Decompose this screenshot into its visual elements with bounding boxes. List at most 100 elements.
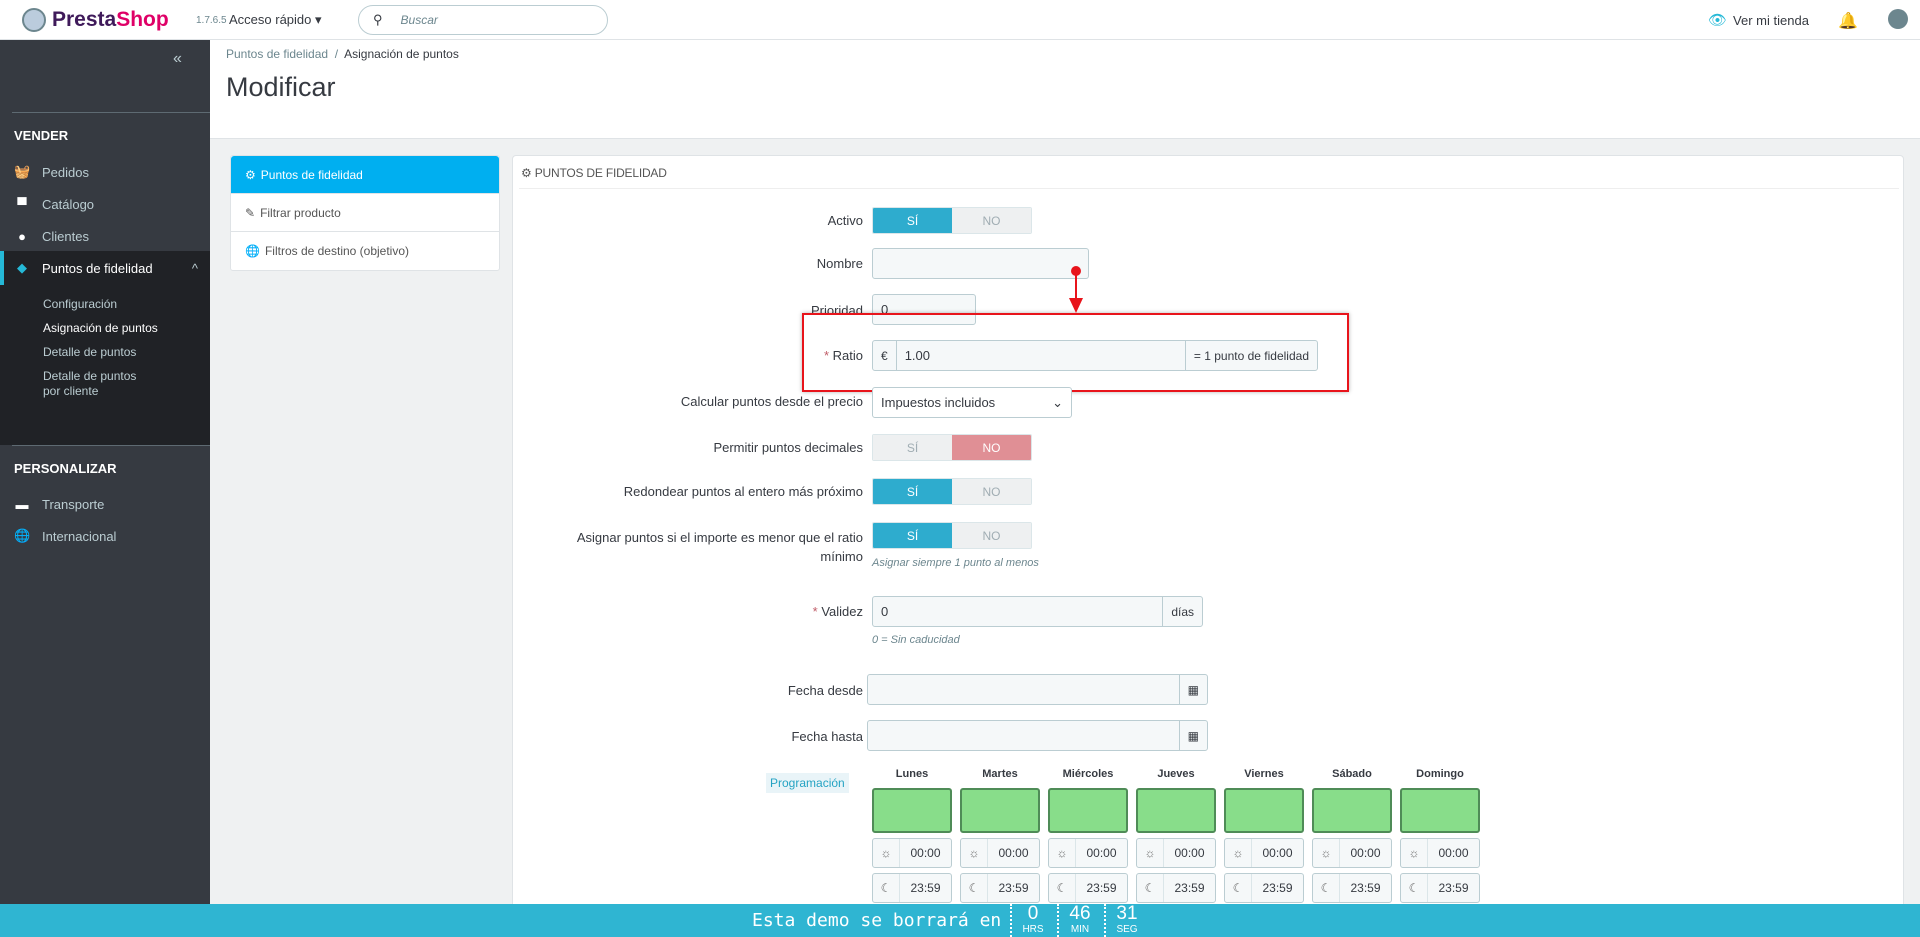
toggle-no[interactable]: NO	[952, 479, 1031, 504]
calendar-icon[interactable]: ▦	[1178, 721, 1207, 750]
schedule-day: Martes ☼ 00:00 ☾ 23:59	[960, 768, 1040, 903]
tab-filtrar-producto[interactable]: ✎ Filtrar producto	[231, 194, 499, 232]
annotation-arrowhead	[1069, 298, 1083, 313]
chevron-up-icon: ^	[191, 260, 198, 276]
end-time-input[interactable]: ☾ 23:59	[1048, 873, 1128, 903]
minutes-value: 46	[1069, 903, 1091, 924]
countdown-minutes: 46 MIN	[1057, 904, 1101, 937]
sidebar-item-label: Internacional	[42, 528, 117, 544]
search-icon: ⚲	[373, 12, 383, 27]
day-availability-block[interactable]	[1312, 788, 1392, 833]
fecha-desde-input[interactable]: ▦	[867, 674, 1208, 705]
schedule-day: Viernes ☼ 00:00 ☾ 23:59	[1224, 768, 1304, 903]
brand-name: Presta	[52, 8, 117, 31]
end-time-input[interactable]: ☾ 23:59	[960, 873, 1040, 903]
breadcrumb-current: Asignación de puntos	[344, 47, 459, 61]
bell-icon[interactable]: 🔔	[1838, 11, 1858, 31]
day-name: Lunes	[895, 768, 929, 780]
tab-label: Filtrar producto	[260, 205, 341, 220]
label-asignar: Asignar puntos si el importe es menor qu…	[576, 530, 863, 564]
toggle-asignar[interactable]: SÍ NO	[872, 522, 1032, 549]
end-time-input[interactable]: ☾ 23:59	[1224, 873, 1304, 903]
toggle-yes[interactable]: SÍ	[873, 479, 952, 504]
end-time-input[interactable]: ☾ 23:59	[1400, 873, 1480, 903]
start-time-input[interactable]: ☼ 00:00	[1312, 838, 1392, 868]
toggle-no[interactable]: NO	[952, 435, 1031, 460]
search-input[interactable]: ⚲ Buscar	[358, 5, 608, 35]
end-time-input[interactable]: ☾ 23:59	[872, 873, 952, 903]
day-availability-block[interactable]	[1224, 788, 1304, 833]
toggle-redondear[interactable]: SÍ NO	[872, 478, 1032, 505]
day-availability-block[interactable]	[872, 788, 952, 833]
day-availability-block[interactable]	[1400, 788, 1480, 833]
start-time-input[interactable]: ☼ 00:00	[1400, 838, 1480, 868]
day-availability-block[interactable]	[1048, 788, 1128, 833]
sidebar-item-label: Puntos de fidelidad	[42, 260, 153, 276]
sidebar-item-puntos-fidelidad[interactable]: ◆ Puntos de fidelidad ^	[0, 251, 210, 285]
sidebar-item-catalogo[interactable]: ▀ Catálogo	[0, 188, 210, 220]
day-availability-block[interactable]	[1136, 788, 1216, 833]
end-time-input[interactable]: ☾ 23:59	[1312, 873, 1392, 903]
toggle-yes[interactable]: SÍ	[873, 435, 952, 460]
sidebar-item-pedidos[interactable]: 🧺 Pedidos	[0, 156, 210, 188]
start-time-input[interactable]: ☼ 00:00	[1136, 838, 1216, 868]
calendar-icon[interactable]: ▦	[1178, 675, 1207, 704]
label-redondear: Redondear puntos al entero más próximo	[623, 484, 863, 499]
day-availability-block[interactable]	[960, 788, 1040, 833]
toggle-activo[interactable]: SÍ NO	[872, 207, 1032, 234]
user-avatar-icon[interactable]	[1888, 9, 1908, 29]
sidebar-item-clientes[interactable]: ● Clientes	[0, 220, 210, 252]
submenu-detalle[interactable]: Detalle de puntos	[0, 345, 210, 360]
prestashop-logo[interactable]: PrestaShop	[22, 8, 169, 32]
start-time-input[interactable]: ☼ 00:00	[1224, 838, 1304, 868]
collapse-sidebar-icon[interactable]: «	[173, 50, 182, 68]
start-time-value: 00:00	[1350, 846, 1381, 860]
moon-icon: ☾	[873, 874, 900, 902]
end-time-value: 23:59	[1086, 881, 1117, 895]
search-placeholder: Buscar	[400, 13, 438, 27]
version: 1.7.6.5	[196, 15, 227, 26]
toggle-no[interactable]: NO	[952, 523, 1031, 548]
validez-input[interactable]: 0	[873, 604, 1162, 619]
sun-icon: ☼	[1313, 839, 1340, 867]
view-store-link[interactable]: 👁 Ver mi tienda	[1708, 11, 1809, 29]
eye-icon: 👁	[1708, 12, 1728, 29]
basket-icon: 🧺	[14, 164, 31, 179]
moon-icon: ☾	[1401, 874, 1428, 902]
tag-icon: ◆	[17, 260, 27, 275]
submenu-configuracion[interactable]: Configuración	[0, 297, 210, 312]
start-time-input[interactable]: ☼ 00:00	[1048, 838, 1128, 868]
breadcrumb-link[interactable]: Puntos de fidelidad	[226, 47, 328, 61]
tab-filtros-destino[interactable]: 🌐 Filtros de destino (objetivo)	[231, 232, 499, 270]
tab-puntos-fidelidad[interactable]: ⚙ Puntos de fidelidad	[231, 156, 499, 194]
submenu-detalle-cliente[interactable]: Detalle de puntos por cliente	[0, 369, 150, 399]
end-time-input[interactable]: ☾ 23:59	[1136, 873, 1216, 903]
label-calcular: Calcular puntos desde el precio	[680, 394, 863, 409]
calcular-select[interactable]: Impuestos incluidos ⌄	[872, 387, 1072, 418]
chevron-down-icon: ⌄	[1052, 394, 1063, 410]
page-header: Puntos de fidelidad / Asignación de punt…	[210, 40, 1920, 139]
section-vender: VENDER	[14, 128, 69, 143]
submenu-asignacion[interactable]: Asignación de puntos	[0, 321, 210, 336]
start-time-input[interactable]: ☼ 00:00	[960, 838, 1040, 868]
start-time-input[interactable]: ☼ 00:00	[872, 838, 952, 868]
sidebar-item-transporte[interactable]: ▬ Transporte	[0, 488, 210, 520]
quick-access-dropdown[interactable]: Acceso rápido ▾	[229, 12, 322, 28]
toggle-yes[interactable]: SÍ	[873, 208, 952, 233]
start-time-value: 00:00	[1086, 846, 1117, 860]
fecha-hasta-input[interactable]: ▦	[867, 720, 1208, 751]
toggle-yes[interactable]: SÍ	[873, 523, 952, 548]
toggle-no[interactable]: NO	[952, 208, 1031, 233]
sun-icon: ☼	[873, 839, 900, 867]
nombre-input[interactable]	[872, 248, 1089, 279]
moon-icon: ☾	[1049, 874, 1076, 902]
required-asterisk: *	[812, 604, 822, 619]
label-fecha-hasta: Fecha hasta	[791, 729, 863, 744]
moon-icon: ☾	[1313, 874, 1340, 902]
end-time-value: 23:59	[1174, 881, 1205, 895]
brand-name-accent: Shop	[116, 8, 169, 31]
minutes-label: MIN	[1070, 924, 1090, 935]
sidebar-item-internacional[interactable]: 🌐 Internacional	[0, 520, 210, 552]
toggle-permitir[interactable]: SÍ NO	[872, 434, 1032, 461]
day-name: Viernes	[1244, 768, 1284, 780]
